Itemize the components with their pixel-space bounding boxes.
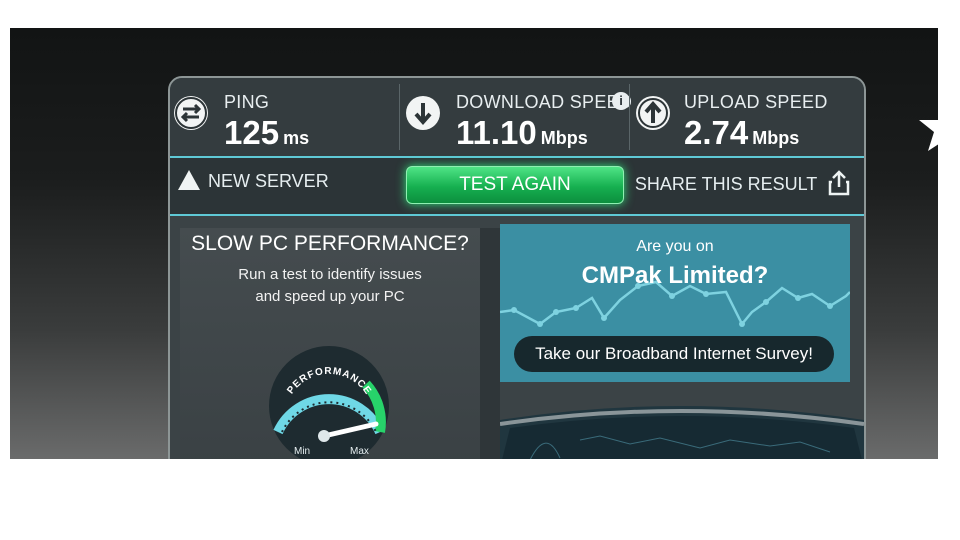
pc-performance-ad[interactable]: SLOW PC PERFORMANCE? Run a test to ident… — [180, 228, 480, 459]
star-icon — [915, 98, 938, 158]
isp-survey-ad[interactable]: Are you on CMPak Limited? Take our Broad… — [500, 224, 850, 382]
pc-ad-subtitle: Run a test to identify issues and speed … — [180, 264, 480, 308]
upload-unit: Mbps — [752, 128, 800, 148]
survey-button[interactable]: Take our Broadband Internet Survey! — [514, 336, 834, 372]
download-number: 11.10 — [456, 114, 537, 151]
download-label: DOWNLOAD SPEED — [456, 92, 633, 112]
download-unit: Mbps — [540, 128, 588, 148]
ping-number: 125 — [224, 114, 280, 151]
ping-unit: ms — [283, 128, 310, 148]
share-icon — [828, 170, 850, 196]
content-divider — [480, 228, 500, 459]
survey-question-line1: Are you on — [636, 238, 714, 255]
upload-result: UPLOAD SPEED 2.74 Mbps — [632, 78, 862, 156]
results-bar: PING 125ms DOWNLOAD SPEED 11.10Mbps i — [170, 78, 864, 156]
speedtest-panel: PING 125ms DOWNLOAD SPEED 11.10Mbps i — [168, 76, 866, 459]
pc-ad-title: SLOW PC PERFORMANCE? — [191, 232, 469, 255]
ping-result: PING 125 ms — [170, 78, 400, 156]
share-label: SHARE THIS RESULT — [634, 174, 817, 194]
ping-arrows-icon — [174, 96, 208, 130]
server-map-preview — [500, 400, 864, 459]
pc-ad-line2: and speed up your PC — [255, 288, 405, 305]
upload-number: 2.74 — [684, 114, 749, 151]
ping-label: PING — [224, 92, 270, 112]
upload-value: 2.74 Mbps — [684, 114, 799, 152]
upload-arrow-icon — [636, 96, 670, 130]
test-again-button[interactable]: TEST AGAIN — [406, 166, 624, 204]
download-result: DOWNLOAD SPEED 11.10 Mbps — [402, 78, 633, 156]
survey-question-line2: CMPak Limited? — [581, 262, 769, 289]
speedtest-screenshot: PING 125ms DOWNLOAD SPEED 11.10Mbps i — [10, 28, 938, 459]
server-triangle-icon — [178, 170, 200, 190]
stat-divider — [629, 84, 630, 150]
upload-label: UPLOAD SPEED — [684, 92, 828, 112]
pc-ad-line1: Run a test to identify issues — [238, 266, 422, 283]
new-server-button[interactable]: NEW SERVER — [178, 170, 329, 200]
ping-value: 125 ms — [224, 114, 309, 152]
stat-divider — [399, 84, 400, 150]
gauge-min: Min — [294, 446, 310, 457]
info-icon[interactable]: i — [612, 92, 630, 110]
download-value: 11.10 Mbps — [456, 114, 588, 152]
gauge-max: Max — [350, 446, 369, 457]
share-result-button[interactable]: SHARE THIS RESULT — [635, 170, 850, 196]
action-bar: NEW SERVER TEST AGAIN SHARE THIS RESULT — [170, 156, 864, 216]
new-server-label: NEW SERVER — [208, 171, 329, 191]
performance-gauge: PERFORMANCE Min Max — [266, 324, 392, 459]
download-arrow-icon — [406, 96, 440, 130]
